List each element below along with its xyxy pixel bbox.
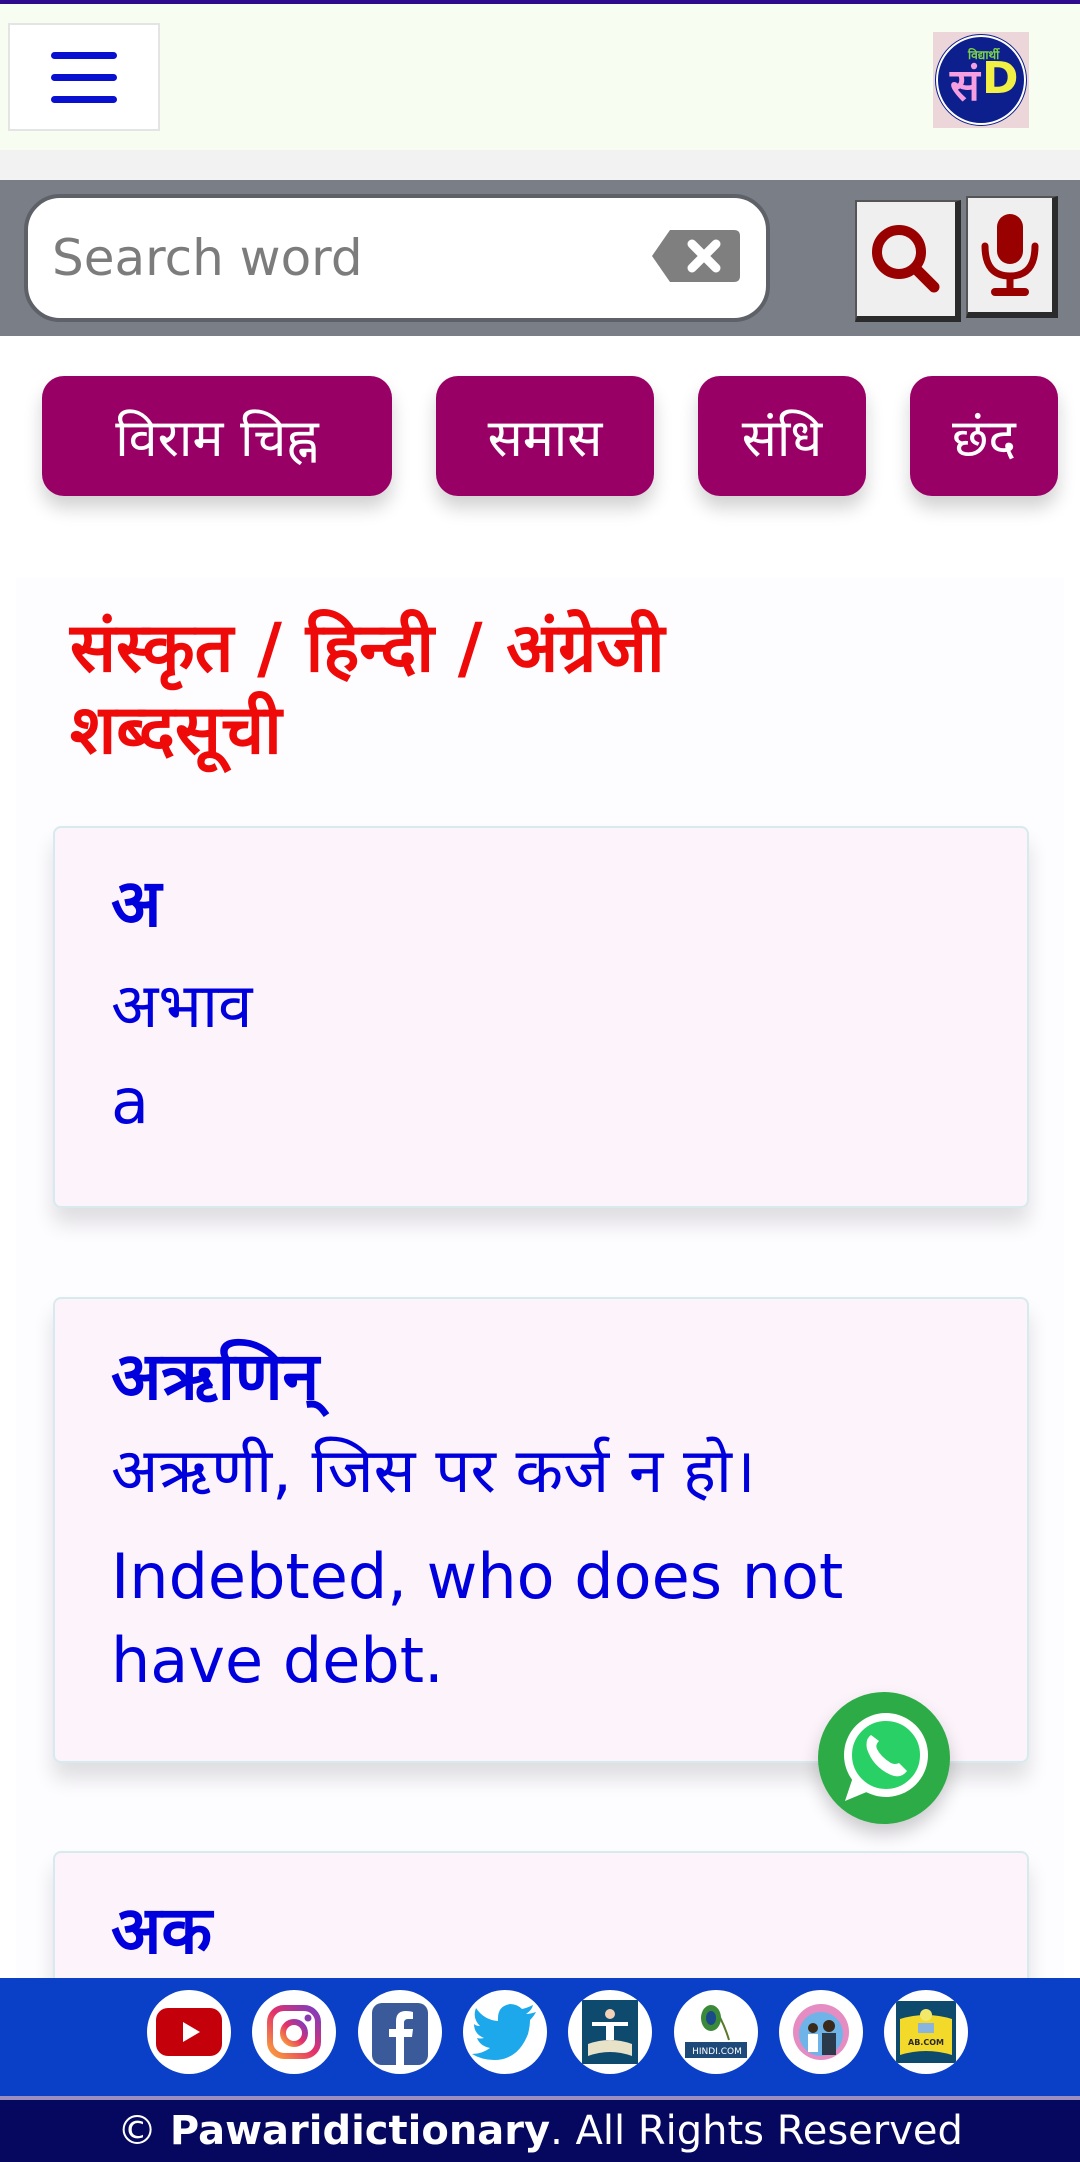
- facebook-icon: [372, 2003, 428, 2065]
- chip-samas[interactable]: समास: [436, 376, 654, 496]
- chip-viram-chinh[interactable]: विराम चिह्न: [42, 376, 392, 496]
- twitter-icon: [472, 2004, 536, 2060]
- entry-word: अ: [111, 865, 162, 942]
- site-logo[interactable]: विद्यार्थी सं D: [933, 32, 1029, 128]
- grammar-topics-bar: विराम चिह्न समास संधि छंद: [0, 336, 1080, 528]
- entry-word: अऋणिन्: [111, 1338, 320, 1415]
- clear-search-button[interactable]: [650, 228, 742, 284]
- header-gap: [0, 150, 1080, 180]
- entry-english-meaning: Indebted, who does not have debt.: [111, 1540, 844, 1697]
- whatsapp-icon: [844, 1713, 928, 1801]
- microphone-icon: [981, 214, 1039, 296]
- entry-word: अक: [111, 1892, 213, 1969]
- whatsapp-share-button[interactable]: [818, 1692, 950, 1824]
- sahitya-site-link[interactable]: [568, 1990, 652, 2074]
- copyright-symbol: ©: [117, 2108, 158, 2154]
- hindi-com-icon: HINDI.COM: [685, 2005, 747, 2058]
- social-links-bar: HINDI.COM AB.COM: [0, 1978, 1080, 2096]
- competition-link[interactable]: [779, 1990, 863, 2074]
- chip-sandhi[interactable]: संधि: [698, 376, 866, 496]
- instagram-icon: [267, 2005, 321, 2059]
- word-entry-card[interactable]: अ अभाव a: [53, 826, 1029, 1208]
- search-input[interactable]: [52, 229, 632, 287]
- competition-icon: [793, 2004, 849, 2060]
- search-bar: [0, 180, 1080, 336]
- chip-chhand[interactable]: छंद: [910, 376, 1058, 496]
- logo-emblem: विद्यार्थी सं D: [935, 34, 1027, 126]
- hamburger-menu-icon-bar: [51, 73, 117, 81]
- footer: © Pawaridictionary. All Rights Reserved: [0, 2100, 1080, 2162]
- logo-letter: D: [982, 53, 1019, 104]
- search-button[interactable]: [855, 200, 961, 322]
- backspace-clear-icon: [652, 230, 740, 282]
- svg-text:AB.COM: AB.COM: [908, 2038, 944, 2047]
- youtube-icon: [156, 2008, 222, 2056]
- youtube-link[interactable]: [147, 1990, 231, 2074]
- facebook-link[interactable]: [358, 1990, 442, 2074]
- twitter-link[interactable]: [463, 1990, 547, 2074]
- entry-english-meaning: a: [111, 1065, 149, 1138]
- footer-rights-text: . All Rights Reserved: [550, 2108, 963, 2154]
- hamburger-menu-button[interactable]: [8, 23, 160, 131]
- page-title: संस्कृत / हिन्दी / अंग्रेजी शब्दसूची: [70, 609, 665, 770]
- entry-hindi-meaning: अऋणी, जिस पर कर्ज न हो।: [111, 1434, 756, 1507]
- svg-text:HINDI.COM: HINDI.COM: [692, 2047, 742, 2057]
- search-icon: [872, 225, 940, 293]
- voice-search-button[interactable]: [966, 196, 1058, 318]
- hindi-com-link[interactable]: HINDI.COM: [674, 1990, 758, 2074]
- ab-com-link[interactable]: AB.COM: [884, 1990, 968, 2074]
- logo-main-glyph: सं: [950, 60, 980, 111]
- entry-hindi-meaning: अभाव: [111, 969, 253, 1042]
- instagram-link[interactable]: [252, 1990, 336, 2074]
- search-field: [24, 194, 770, 322]
- ab-com-icon: AB.COM: [896, 2001, 956, 2063]
- hamburger-menu-icon-bar: [51, 51, 117, 59]
- hamburger-menu-icon-bar: [51, 95, 117, 103]
- sahitya-site-icon: [582, 2000, 638, 2064]
- header: विद्यार्थी सं D: [0, 4, 1080, 150]
- footer-brand[interactable]: Pawaridictionary: [170, 2108, 550, 2154]
